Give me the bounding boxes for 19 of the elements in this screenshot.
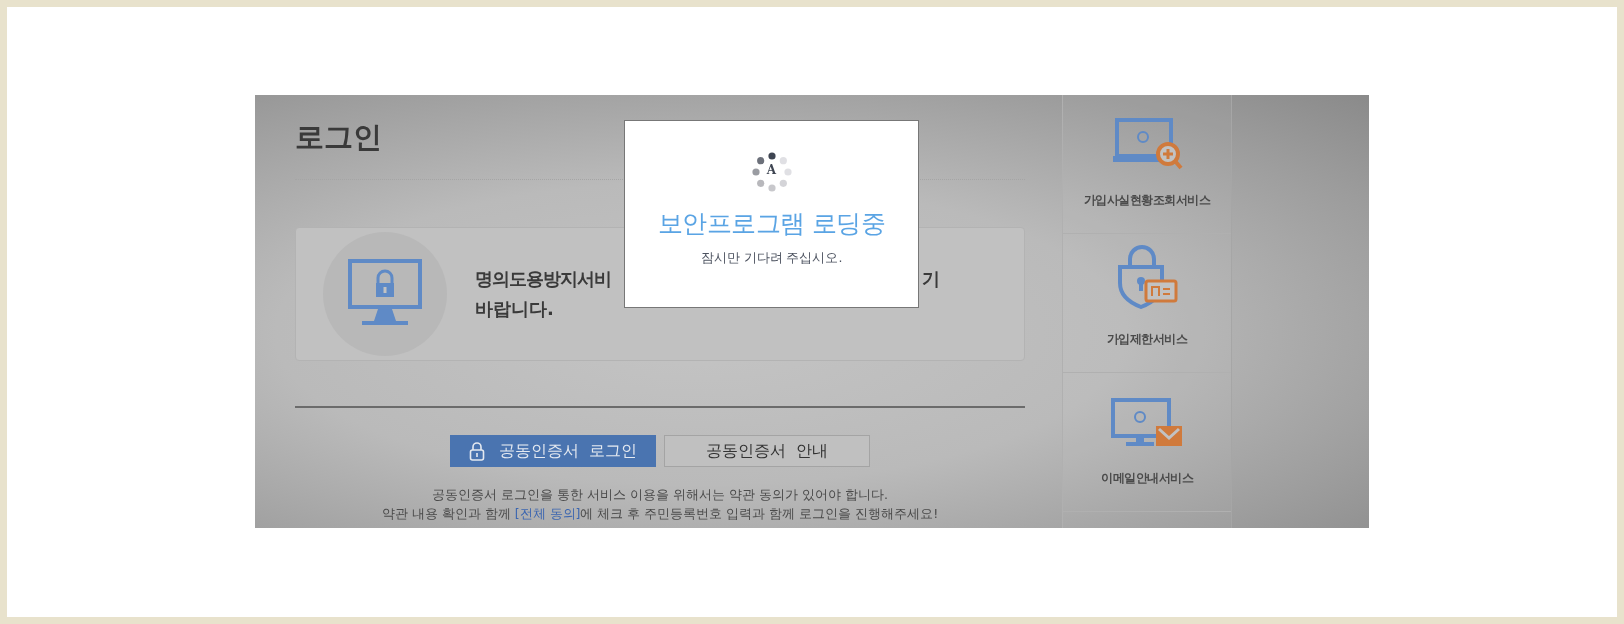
terms-text: 약관 내용 확인과 함께 [전체 동의]에 체크 후 주민등록번호 입력과 함께 로그인을 진행해주세요!	[380, 505, 940, 523]
certificate-guide-button[interactable]: 공동인증서 안내	[664, 435, 870, 467]
service-link[interactable]: 가입사실현황조회서비스	[1063, 95, 1231, 234]
shield-lock-card-icon	[1116, 245, 1178, 309]
monitor-envelope-icon	[1110, 398, 1184, 448]
page-title: 로그인	[295, 119, 383, 156]
notice-text: 명의도용방지서비	[475, 267, 611, 291]
loading-message: 잠시만 기다려 주십시오.	[700, 250, 843, 267]
loading-title: 보안프로그램 로딩중	[657, 208, 886, 240]
notice-text: 바랍니다.	[475, 297, 555, 321]
loading-spinner: A	[750, 151, 793, 193]
terms-text: 공동인증서 로그인을 통한 서비스 이용을 위해서는 약관 동의가 있어야 합니다.	[431, 486, 889, 504]
service-link[interactable]: 가입제한서비스	[1063, 234, 1231, 373]
certificate-login-button[interactable]: 공동인증서 로그인	[450, 435, 656, 467]
notice-text: 기	[922, 267, 939, 291]
lock-icon	[468, 441, 485, 461]
laptop-magnifier-icon	[1111, 118, 1183, 170]
agree-all-link[interactable]: [전체 동의]	[514, 506, 581, 521]
service-link[interactable]: 이메일안내서비스	[1063, 373, 1231, 512]
